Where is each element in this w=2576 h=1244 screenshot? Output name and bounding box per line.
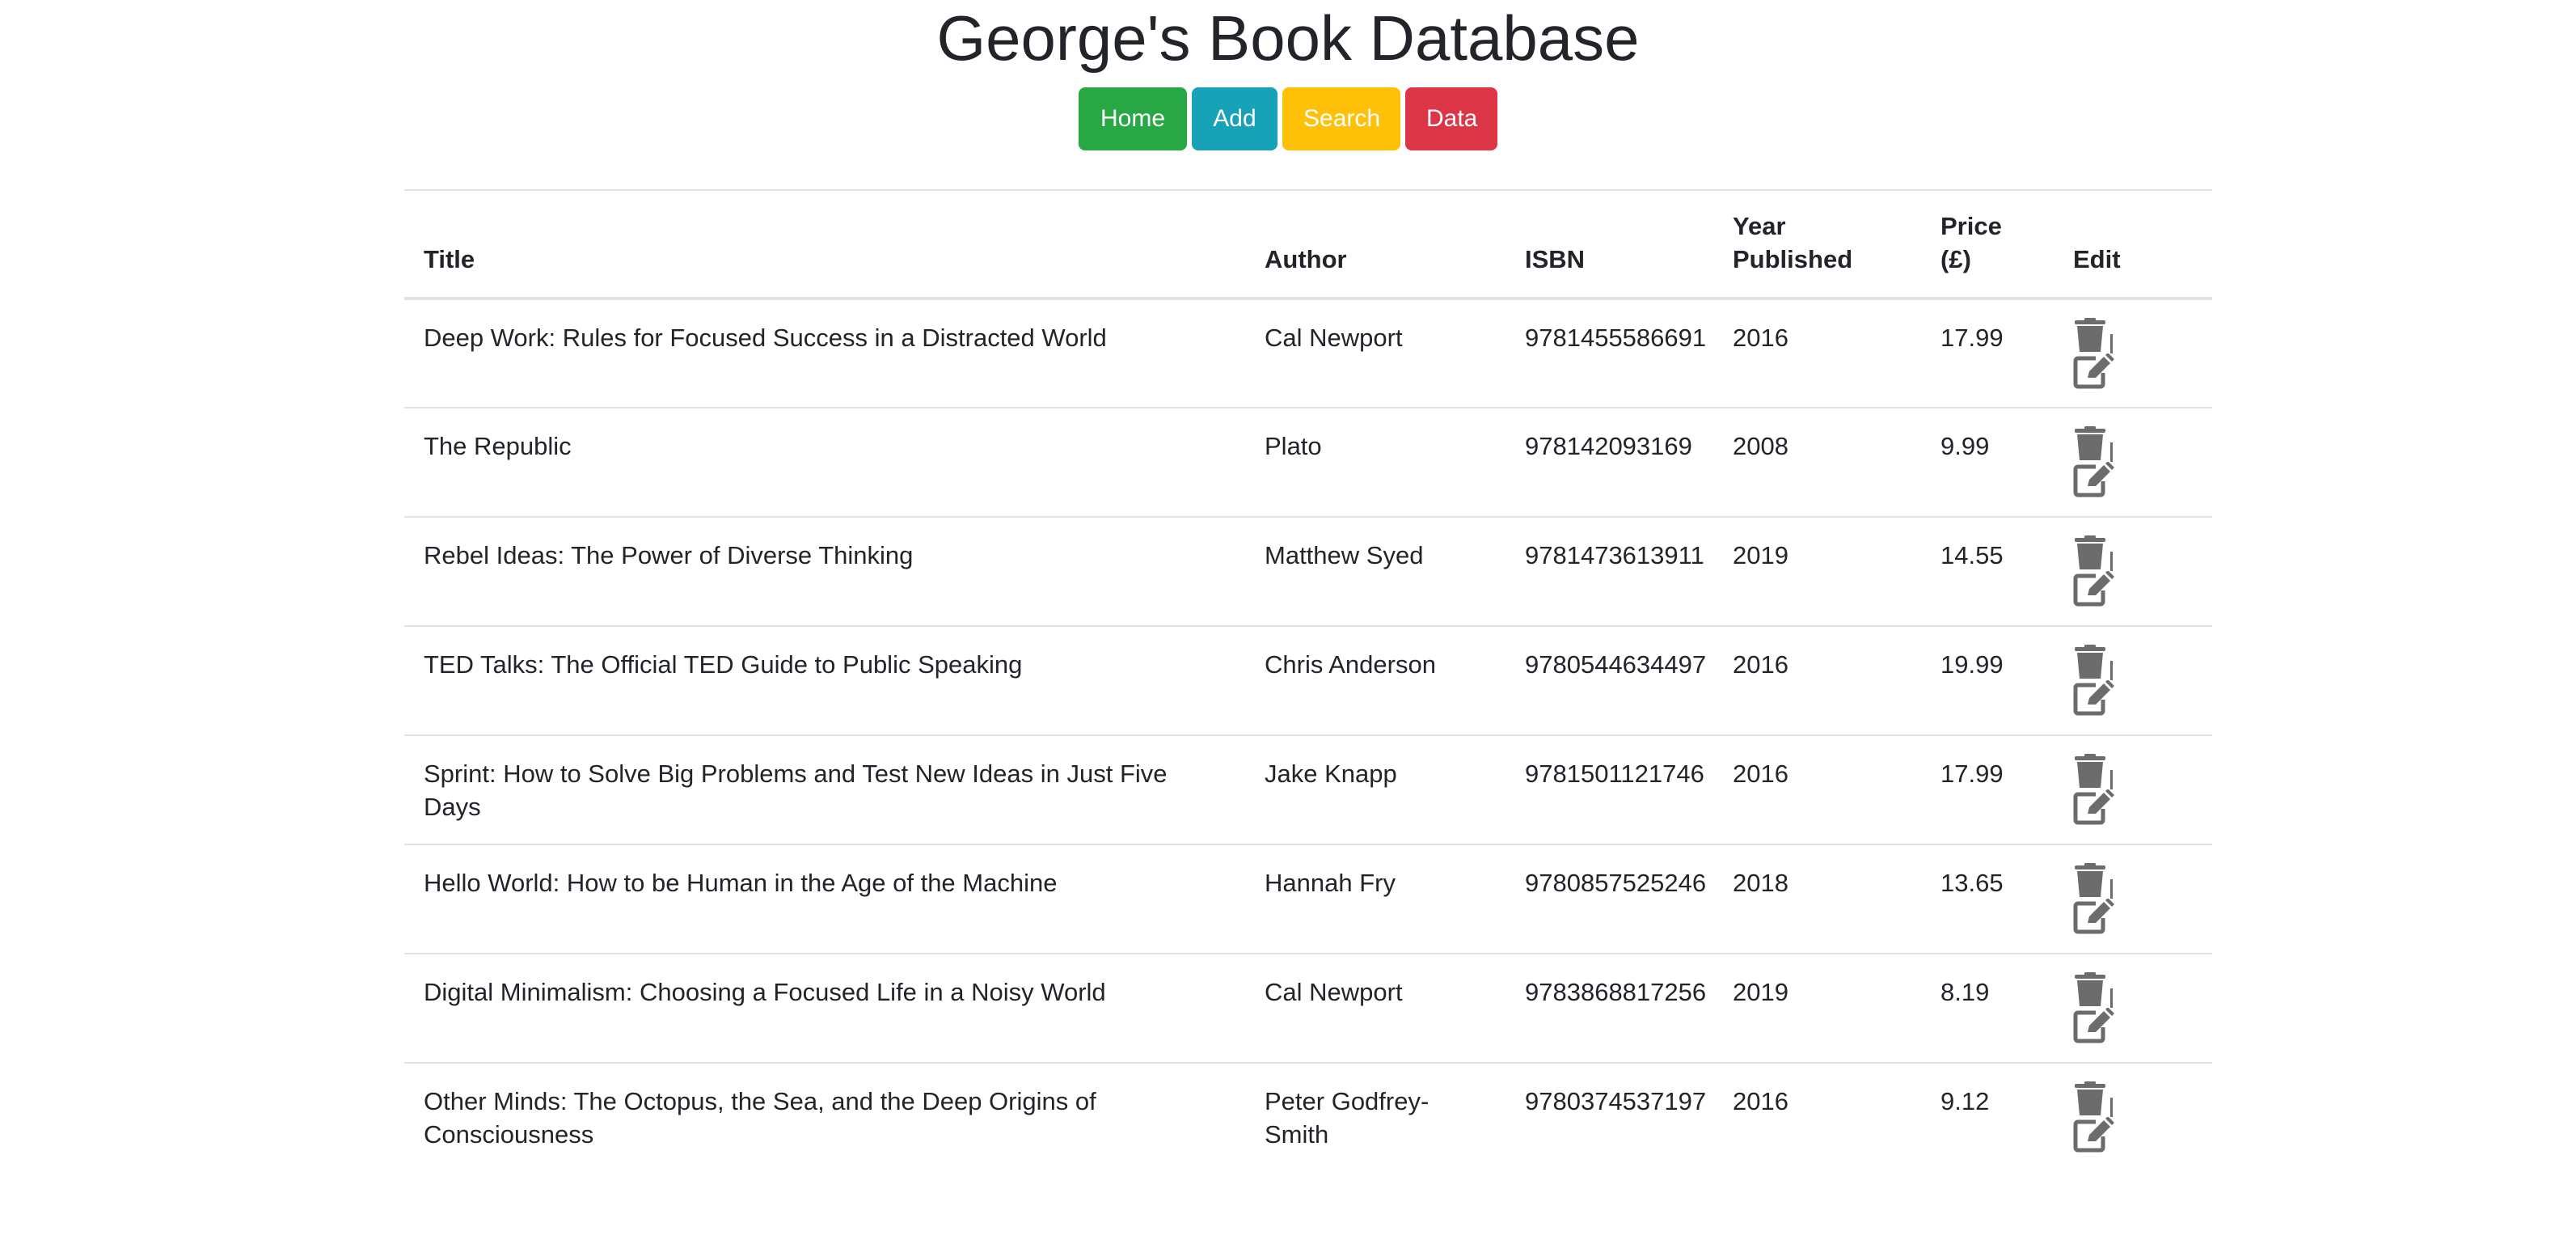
table-row: Sprint: How to Solve Big Problems and Te…: [404, 735, 2212, 844]
trash-icon[interactable]: [2073, 535, 2115, 571]
cell-title: Sprint: How to Solve Big Problems and Te…: [424, 760, 1168, 821]
edit-icon[interactable]: [2073, 353, 2115, 389]
trash-icon[interactable]: [2073, 318, 2115, 353]
home-button[interactable]: Home: [1079, 87, 1187, 150]
cell-edit-actions: [2054, 1063, 2212, 1172]
cell-author: Cal Newport: [1265, 978, 1403, 1006]
cell-year-published: 2016: [1733, 760, 1788, 788]
header-year-published: Year Published: [1733, 212, 1853, 273]
cell-year-published: 2019: [1733, 978, 1788, 1006]
cell-author: Cal Newport: [1265, 324, 1403, 352]
cell-isbn: 9780374537197: [1525, 1087, 1707, 1115]
cell-edit-actions: [2054, 844, 2212, 954]
cell-edit-actions: [2054, 626, 2212, 735]
table-row: Digital Minimalism: Choosing a Focused L…: [404, 954, 2212, 1063]
trash-icon[interactable]: [2073, 426, 2115, 462]
cell-year-published: 2018: [1733, 869, 1788, 897]
cell-isbn: 9783868817256: [1525, 978, 1707, 1006]
table-header-row: Title Author ISBN Year Published Price (…: [404, 190, 2212, 298]
cell-price: 17.99: [1940, 760, 2004, 788]
books-table-container: Title Author ISBN Year Published Price (…: [404, 189, 2212, 1172]
cell-title: Rebel Ideas: The Power of Diverse Thinki…: [424, 541, 914, 569]
search-button[interactable]: Search: [1282, 87, 1400, 150]
cell-isbn: 9780544634497: [1525, 650, 1707, 679]
trash-icon[interactable]: [2073, 754, 2115, 789]
cell-year-published: 2016: [1733, 1087, 1788, 1115]
cell-isbn: 9781473613911: [1525, 541, 1704, 569]
cell-isbn: 9781455586691: [1525, 324, 1707, 352]
cell-price: 8.19: [1940, 978, 1990, 1006]
trash-icon[interactable]: [2073, 1081, 2115, 1117]
data-button[interactable]: Data: [1405, 87, 1497, 150]
cell-price: 14.55: [1940, 541, 2004, 569]
cell-edit-actions: [2054, 517, 2212, 626]
cell-price: 9.12: [1940, 1087, 1990, 1115]
cell-year-published: 2019: [1733, 541, 1788, 569]
table-row: TED Talks: The Official TED Guide to Pub…: [404, 626, 2212, 735]
table-row: Deep Work: Rules for Focused Success in …: [404, 298, 2212, 408]
edit-icon[interactable]: [2073, 1008, 2115, 1043]
cell-isbn: 978142093169: [1525, 432, 1692, 460]
cell-title: Hello World: How to be Human in the Age …: [424, 869, 1058, 897]
cell-title: Deep Work: Rules for Focused Success in …: [424, 324, 1107, 352]
cell-title: Other Minds: The Octopus, the Sea, and t…: [424, 1087, 1096, 1149]
edit-icon[interactable]: [2073, 1117, 2115, 1153]
cell-year-published: 2008: [1733, 432, 1788, 460]
trash-icon[interactable]: [2073, 972, 2115, 1008]
edit-icon[interactable]: [2073, 789, 2115, 825]
page-title: George's Book Database: [936, 2, 1640, 74]
cell-price: 19.99: [1940, 650, 2004, 679]
cell-edit-actions: [2054, 408, 2212, 517]
header-isbn: ISBN: [1525, 245, 1586, 273]
cell-price: 9.99: [1940, 432, 1990, 460]
table-body: Deep Work: Rules for Focused Success in …: [404, 298, 2212, 1172]
table-row: Other Minds: The Octopus, the Sea, and t…: [404, 1063, 2212, 1172]
edit-icon[interactable]: [2073, 680, 2115, 716]
add-button[interactable]: Add: [1192, 87, 1277, 150]
table-row: Rebel Ideas: The Power of Diverse Thinki…: [404, 517, 2212, 626]
cell-edit-actions: [2054, 954, 2212, 1063]
cell-title: Digital Minimalism: Choosing a Focused L…: [424, 978, 1106, 1006]
cell-author: Jake Knapp: [1265, 760, 1397, 788]
cell-year-published: 2016: [1733, 650, 1788, 679]
cell-author: Chris Anderson: [1265, 650, 1436, 679]
cell-author: Hannah Fry: [1265, 869, 1396, 897]
trash-icon[interactable]: [2073, 645, 2115, 680]
cell-year-published: 2016: [1733, 324, 1788, 352]
cell-isbn: 9781501121746: [1525, 760, 1704, 788]
header-price: Price (£): [1940, 212, 2002, 273]
edit-icon[interactable]: [2073, 462, 2115, 497]
table-row: The Republic Plato 978142093169 2008 9.99: [404, 408, 2212, 517]
header-edit: Edit: [2073, 245, 2121, 273]
cell-author: Plato: [1265, 432, 1322, 460]
cell-isbn: 9780857525246: [1525, 869, 1707, 897]
header-title: Title: [424, 245, 475, 273]
nav-bar: Home Add Search Data: [0, 87, 2576, 150]
cell-author: Peter Godfrey-Smith: [1265, 1087, 1429, 1149]
cell-title: The Republic: [424, 432, 572, 460]
cell-edit-actions: [2054, 298, 2212, 408]
books-table: Title Author ISBN Year Published Price (…: [404, 189, 2212, 1172]
cell-author: Matthew Syed: [1265, 541, 1424, 569]
table-row: Hello World: How to be Human in the Age …: [404, 844, 2212, 954]
edit-icon[interactable]: [2073, 571, 2115, 607]
trash-icon[interactable]: [2073, 863, 2115, 899]
edit-icon[interactable]: [2073, 899, 2115, 934]
cell-price: 17.99: [1940, 324, 2004, 352]
cell-price: 13.65: [1940, 869, 2004, 897]
header-author: Author: [1265, 245, 1347, 273]
cell-title: TED Talks: The Official TED Guide to Pub…: [424, 650, 1023, 679]
cell-edit-actions: [2054, 735, 2212, 844]
